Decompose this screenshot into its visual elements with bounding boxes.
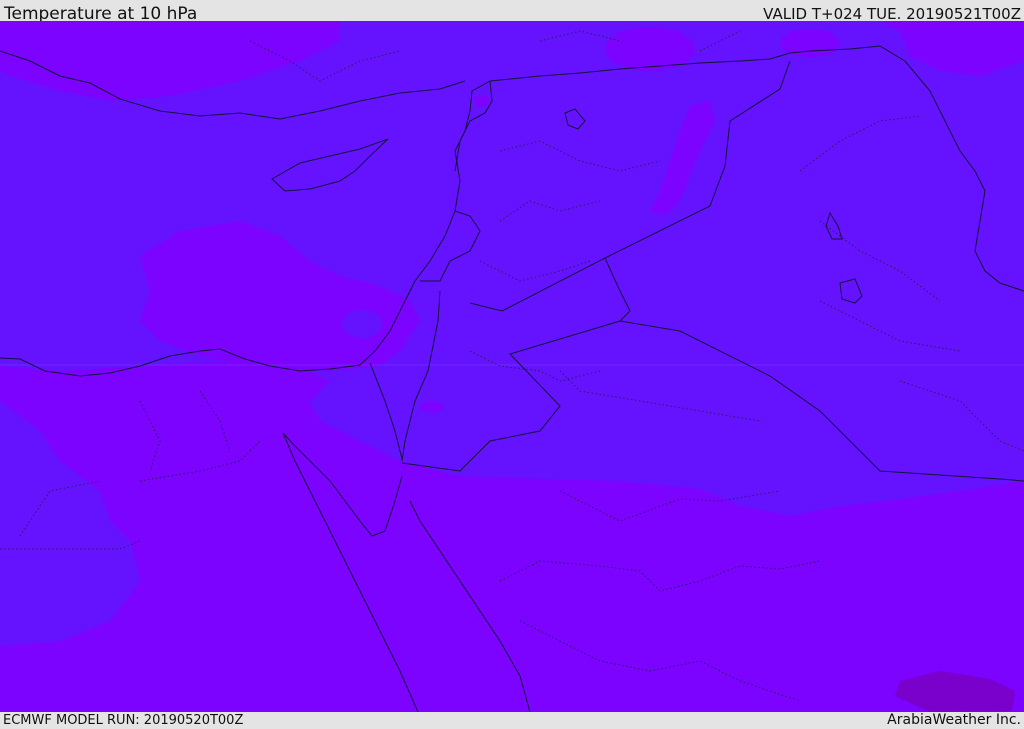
weather-map-frame: Temperature at 10 hPa VALID T+024 TUE. 2… xyxy=(0,0,1024,729)
temperature-field-map xyxy=(0,21,1024,712)
credit-label: ArabiaWeather Inc. xyxy=(887,712,1021,728)
map-area xyxy=(0,21,1024,712)
model-run-label: ECMWF MODEL RUN: 20190520T00Z xyxy=(3,713,244,728)
footer-bar: ECMWF MODEL RUN: 20190520T00Z ArabiaWeat… xyxy=(0,712,1024,729)
header-bar: Temperature at 10 hPa VALID T+024 TUE. 2… xyxy=(0,0,1024,24)
field-warm-blob-small xyxy=(420,401,444,413)
field-cool-pocket xyxy=(342,310,382,338)
field-warm-blob-tiny xyxy=(474,95,490,107)
